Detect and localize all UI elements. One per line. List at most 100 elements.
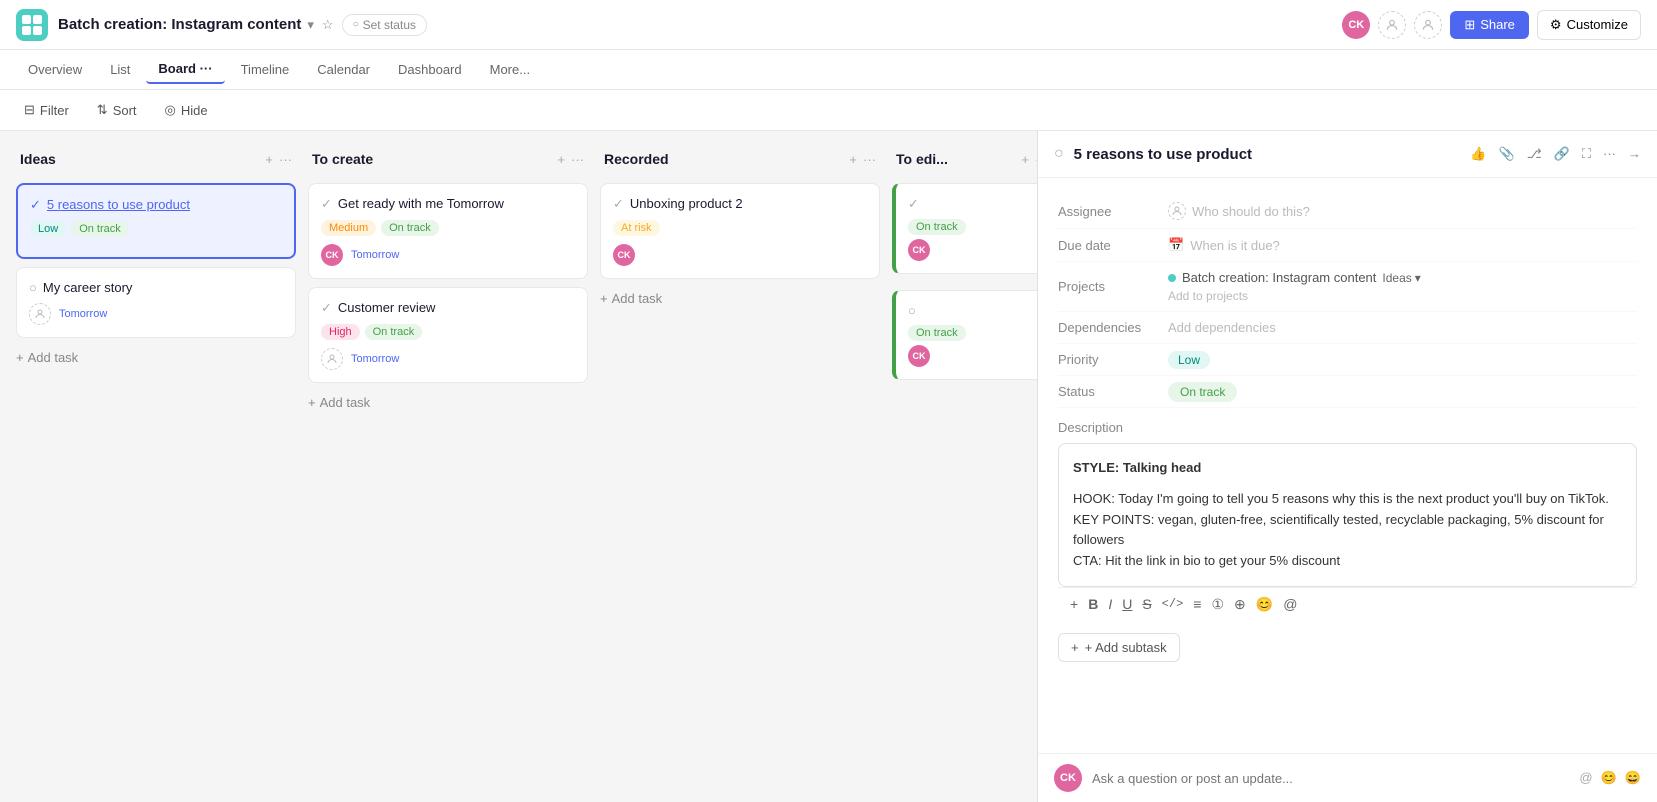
tab-calendar[interactable]: Calendar xyxy=(305,56,382,83)
tab-list[interactable]: List xyxy=(98,56,142,83)
close-detail-icon[interactable]: → xyxy=(1628,146,1641,162)
filter-icon: ⊟ xyxy=(24,102,35,118)
comment-icons: @ 😊 😄 xyxy=(1579,770,1641,786)
add-card-recorded[interactable]: + xyxy=(849,152,857,167)
more-icon[interactable]: ··· xyxy=(1603,146,1616,162)
add-icon[interactable]: + xyxy=(1070,596,1078,612)
add-subtask-icon: + xyxy=(1071,640,1079,655)
card-unboxing[interactable]: ✓ Unboxing product 2 At risk CK xyxy=(600,183,880,279)
card-footer-review: Tomorrow xyxy=(321,348,575,370)
customize-button[interactable]: ⚙ Customize xyxy=(1537,10,1641,40)
add-task-ideas[interactable]: +Add task xyxy=(16,346,296,369)
add-card-ideas[interactable]: + xyxy=(265,152,273,167)
card-career[interactable]: ○ My career story Tomorrow xyxy=(16,267,296,338)
ideas-section-tag[interactable]: Ideas ▾ xyxy=(1382,271,1420,285)
card-getready[interactable]: ✓ Get ready with me Tomorrow Medium On t… xyxy=(308,183,588,279)
column-ideas: Ideas + ··· ✓ 5 reasons to use product L… xyxy=(16,147,296,786)
check-toedit-1: ✓ xyxy=(908,196,919,212)
card-customerreview[interactable]: ✓ Customer review High On track Tomorrow xyxy=(308,287,588,383)
filter-button[interactable]: ⊟ Filter xyxy=(16,98,77,122)
assignee-label: Assignee xyxy=(1058,204,1168,219)
status-label: Status xyxy=(1058,384,1168,399)
hide-button[interactable]: ◎ Hide xyxy=(157,98,216,122)
link-icon[interactable]: 🔗 xyxy=(1554,146,1570,162)
emoji-comment-icon-2[interactable]: 😄 xyxy=(1625,770,1641,786)
mention-icon[interactable]: @ xyxy=(1579,770,1592,786)
card-check-icon-review: ✓ xyxy=(321,300,332,316)
field-assignee: Assignee Who should do this? xyxy=(1058,194,1637,229)
strikethrough-icon[interactable]: S xyxy=(1142,596,1151,612)
dependencies-placeholder[interactable]: Add dependencies xyxy=(1168,320,1276,335)
bullet-list-icon[interactable]: ≡ xyxy=(1193,596,1201,612)
more-recorded[interactable]: ··· xyxy=(863,152,876,167)
card-toedit-1[interactable]: ✓ On track CK xyxy=(892,183,1037,274)
set-status-btn[interactable]: ○ Set status xyxy=(342,14,427,36)
badge-high-review: High xyxy=(321,324,360,340)
tab-overview[interactable]: Overview xyxy=(16,56,94,83)
add-task-tocreate[interactable]: +Add task xyxy=(308,391,588,414)
sort-icon: ⇅ xyxy=(97,102,108,118)
italic-icon[interactable]: I xyxy=(1108,596,1112,612)
attachment-icon[interactable]: 📎 xyxy=(1499,146,1515,162)
add-subtask-button[interactable]: + + Add subtask xyxy=(1058,633,1180,662)
more-tocreate[interactable]: ··· xyxy=(571,152,584,167)
add-task-recorded[interactable]: +Add task xyxy=(600,287,880,310)
url-link-icon[interactable]: ⊕ xyxy=(1234,596,1246,613)
status-value[interactable]: On track xyxy=(1168,384,1637,399)
tab-board[interactable]: Board ··· xyxy=(146,55,224,84)
column-recorded: Recorded + ··· ✓ Unboxing product 2 At r… xyxy=(600,147,880,786)
underline-icon[interactable]: U xyxy=(1122,596,1132,612)
topbar-project-icons[interactable]: ▾ ☆ ○ Set status xyxy=(307,14,427,36)
tab-timeline[interactable]: Timeline xyxy=(229,56,302,83)
field-projects: Projects Batch creation: Instagram conte… xyxy=(1058,262,1637,312)
card-check-icon-career: ○ xyxy=(29,280,37,295)
card-title-5reasons: ✓ 5 reasons to use product xyxy=(30,197,282,213)
date-career: Tomorrow xyxy=(59,308,107,320)
detail-title: 5 reasons to use product xyxy=(1074,146,1461,163)
priority-value[interactable]: Low xyxy=(1168,352,1637,367)
share-button[interactable]: ⊞ Share xyxy=(1450,11,1529,39)
desc-style: STYLE: Talking head xyxy=(1073,458,1622,479)
card-5reasons[interactable]: ✓ 5 reasons to use product Low On track xyxy=(16,183,296,259)
project-badge: Batch creation: Instagram content Ideas … xyxy=(1168,270,1637,285)
bold-icon[interactable]: B xyxy=(1088,596,1098,612)
branch-icon[interactable]: ⎇ xyxy=(1527,146,1542,162)
tab-more[interactable]: More... xyxy=(478,56,542,83)
card-badges-getready: Medium On track xyxy=(321,220,575,236)
duedate-value[interactable]: 📅 When is it due? xyxy=(1168,237,1637,253)
comment-input[interactable] xyxy=(1092,771,1569,786)
avatar-toedit-2: CK xyxy=(908,345,930,367)
assignee-value[interactable]: Who should do this? xyxy=(1168,202,1637,220)
badge-low: Low xyxy=(30,221,66,237)
desc-hook: HOOK: Today I'm going to tell you 5 reas… xyxy=(1073,489,1622,510)
card-badges-5reasons: Low On track xyxy=(30,221,282,237)
sort-button[interactable]: ⇅ Sort xyxy=(89,98,145,122)
card-footer-unboxing: CK xyxy=(613,244,867,266)
at-icon[interactable]: @ xyxy=(1283,596,1297,612)
code-icon[interactable]: </> xyxy=(1162,597,1184,611)
emoji-comment-icon[interactable]: 😊 xyxy=(1601,770,1617,786)
tab-dashboard[interactable]: Dashboard xyxy=(386,56,474,83)
calendar-icon: 📅 xyxy=(1168,237,1184,253)
field-dependencies: Dependencies Add dependencies xyxy=(1058,312,1637,344)
comment-avatar: CK xyxy=(1054,764,1082,792)
emoji-icon[interactable]: 😊 xyxy=(1256,596,1273,613)
chevron-down-icon[interactable]: ▾ xyxy=(307,17,314,33)
numbered-list-icon[interactable]: ① xyxy=(1211,596,1224,613)
hide-icon: ◎ xyxy=(165,102,176,118)
more-ideas[interactable]: ··· xyxy=(279,152,292,167)
card-toedit-2[interactable]: ○ On track CK xyxy=(892,290,1037,380)
badge-ontrack-toedit2: On track xyxy=(908,325,966,341)
add-to-projects[interactable]: Add to projects xyxy=(1168,289,1637,303)
add-card-tocreate[interactable]: + xyxy=(557,152,565,167)
thumbsup-icon[interactable]: 👍 xyxy=(1470,146,1486,162)
card-title-career: ○ My career story xyxy=(29,280,283,295)
app-logo xyxy=(16,9,48,41)
add-card-toedit[interactable]: + xyxy=(1021,152,1029,167)
date-getready: Tomorrow xyxy=(351,249,399,261)
star-icon[interactable]: ☆ xyxy=(322,17,334,33)
expand-icon[interactable]: ⛶ xyxy=(1582,146,1591,162)
description-content[interactable]: STYLE: Talking head HOOK: Today I'm goin… xyxy=(1058,443,1637,587)
toolbar: ⊟ Filter ⇅ Sort ◎ Hide xyxy=(0,90,1657,131)
detail-check-icon: ○ xyxy=(1054,145,1064,163)
